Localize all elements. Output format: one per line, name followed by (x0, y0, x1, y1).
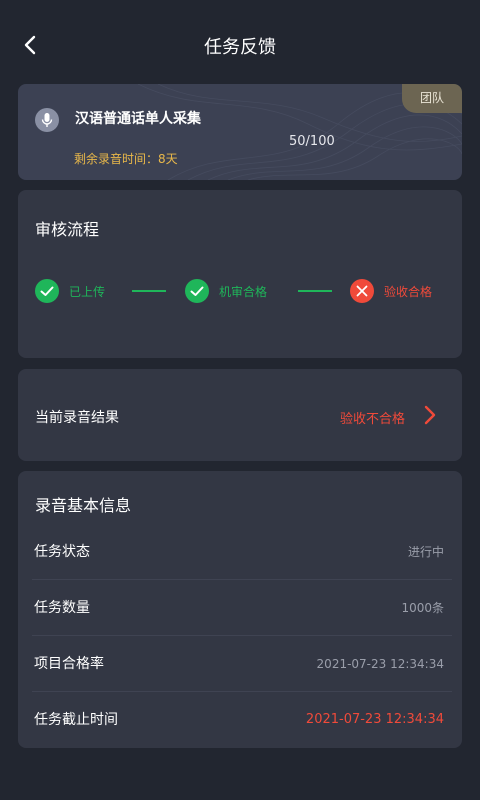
step-label: 验收合格 (384, 284, 433, 299)
team-badge: 团队 (402, 84, 462, 113)
task-name: 汉语普通话单人采集 (75, 111, 201, 127)
chevron-right-icon[interactable] (422, 403, 438, 427)
result-label: 当前录音结果 (35, 410, 119, 426)
info-row-pass-rate: 项目合格率 2021-07-23 12:34:34 (18, 636, 462, 692)
info-row-deadline: 任务截止时间 2021-07-23 12:34:34 (18, 692, 462, 748)
info-key: 任务状态 (34, 544, 90, 560)
task-card[interactable]: 汉语普通话单人采集 50/100 剩余录音时间：8天 团队 (18, 84, 462, 180)
info-title: 录音基本信息 (35, 496, 132, 515)
step-connector (132, 290, 166, 292)
info-value: 2021-07-23 12:34:34 (305, 712, 444, 727)
header: 任务反馈 (0, 0, 480, 90)
info-key: 项目合格率 (34, 656, 104, 672)
review-flow-title: 审核流程 (35, 220, 100, 239)
current-result-row[interactable]: 当前录音结果 验收不合格 (18, 369, 462, 461)
x-circle-icon (350, 279, 374, 303)
check-circle-icon (35, 279, 59, 303)
info-key: 任务截止时间 (34, 712, 118, 728)
info-value: 1000条 (401, 601, 444, 615)
step-machine-review: 机审合格 (185, 279, 267, 303)
info-row-count: 任务数量 1000条 (18, 580, 462, 636)
info-row-status: 任务状态 进行中 (18, 524, 462, 580)
review-flow-card: 审核流程 已上传 机审合格 验收合格 (18, 190, 462, 358)
microphone-icon (35, 108, 59, 132)
recording-info-card: 录音基本信息 任务状态 进行中 任务数量 1000条 项目合格率 2021-07… (18, 471, 462, 748)
result-value: 验收不合格 (339, 412, 405, 427)
step-label: 机审合格 (219, 284, 268, 299)
info-value: 2021-07-23 12:34:34 (316, 657, 444, 671)
task-count: 50/100 (289, 134, 335, 149)
info-key: 任务数量 (34, 600, 90, 616)
step-label: 已上传 (69, 284, 106, 299)
step-connector (298, 290, 332, 292)
page-title: 任务反馈 (204, 37, 276, 58)
step-uploaded: 已上传 (35, 279, 105, 303)
step-acceptance: 验收合格 (350, 279, 432, 303)
remaining-time: 剩余录音时间：8天 (74, 152, 178, 166)
info-value: 进行中 (407, 545, 444, 559)
check-circle-icon (185, 279, 209, 303)
